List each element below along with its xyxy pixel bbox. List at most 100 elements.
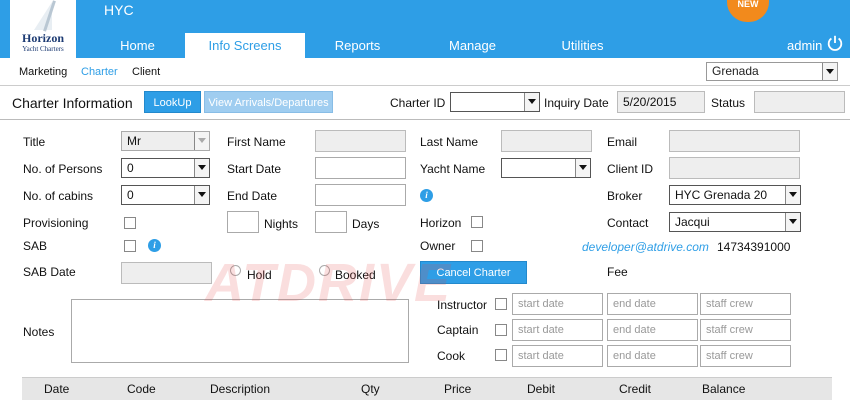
- column-header-code[interactable]: Code: [127, 382, 156, 396]
- instructor-staff-crew[interactable]: staff crew: [700, 293, 791, 315]
- instructor-start-date[interactable]: start date: [512, 293, 603, 315]
- instructor-end-date[interactable]: end date: [607, 293, 698, 315]
- sab-checkbox[interactable]: [124, 240, 136, 252]
- column-header-qty[interactable]: Qty: [361, 382, 380, 396]
- cabins-value: 0: [127, 188, 134, 202]
- tab-manage[interactable]: Manage: [410, 33, 535, 58]
- start-date-field[interactable]: [315, 157, 406, 179]
- cabins-select[interactable]: 0: [121, 185, 210, 205]
- section-title: Charter Information: [12, 95, 133, 111]
- lookup-button[interactable]: LookUp: [144, 91, 201, 113]
- chevron-down-icon: [194, 132, 209, 150]
- cook-end-date[interactable]: end date: [607, 345, 698, 367]
- app-title: HYC: [104, 2, 134, 18]
- instructor-checkbox[interactable]: [495, 298, 507, 310]
- captain-label: Captain: [437, 323, 479, 337]
- column-header-credit[interactable]: Credit: [619, 382, 651, 396]
- provisioning-checkbox[interactable]: [124, 217, 136, 229]
- last-name-field[interactable]: [501, 130, 592, 152]
- contact-phone: 14734391000: [717, 240, 791, 254]
- days-label: Days: [352, 217, 380, 231]
- column-header-balance[interactable]: Balance: [702, 382, 745, 396]
- days-field[interactable]: [315, 211, 347, 233]
- subnav-client[interactable]: Client: [132, 66, 160, 78]
- cabins-label: No. of cabins: [23, 189, 94, 203]
- owner-checkbox[interactable]: [471, 240, 483, 252]
- captain-end-date[interactable]: end date: [607, 319, 698, 341]
- persons-label: No. of Persons: [23, 162, 103, 176]
- tab-info-screens[interactable]: Info Screens: [185, 33, 305, 58]
- column-header-description[interactable]: Description: [210, 382, 270, 396]
- start-date-label: Start Date: [227, 162, 282, 176]
- column-header-debit[interactable]: Debit: [527, 382, 555, 396]
- provisioning-label: Provisioning: [23, 216, 89, 230]
- first-name-field[interactable]: [315, 130, 406, 152]
- sab-label: SAB: [23, 239, 48, 253]
- sab-date-field[interactable]: [121, 262, 212, 284]
- cook-label: Cook: [437, 349, 466, 363]
- chevron-down-icon: [524, 93, 539, 111]
- notes-label: Notes: [23, 325, 55, 339]
- title-select[interactable]: Mr: [121, 131, 210, 151]
- tab-home[interactable]: Home: [90, 33, 185, 58]
- inquiry-date-field[interactable]: 5/20/2015: [617, 91, 705, 113]
- captain-staff-crew[interactable]: staff crew: [700, 319, 791, 341]
- email-label: Email: [607, 135, 638, 149]
- cancel-charter-button[interactable]: Cancel Charter: [420, 261, 527, 284]
- broker-value: HYC Grenada 20: [675, 188, 768, 202]
- region-value: Grenada: [712, 64, 759, 78]
- instructor-label: Instructor: [437, 298, 488, 312]
- yacht-info-icon[interactable]: i: [420, 189, 433, 202]
- logo-sub-text: Yacht Charters: [22, 45, 64, 53]
- contact-label: Contact: [607, 216, 649, 230]
- chevron-down-icon: [785, 213, 800, 231]
- power-icon[interactable]: [826, 34, 844, 52]
- booked-label: Booked: [335, 268, 376, 282]
- region-select[interactable]: Grenada: [706, 62, 838, 81]
- horizon-logo[interactable]: Horizon Yacht Charters: [10, 0, 76, 58]
- chevron-down-icon: [194, 159, 209, 177]
- tab-utilities[interactable]: Utilities: [535, 33, 630, 58]
- contact-value: Jacqui: [675, 215, 710, 229]
- end-date-label: End Date: [227, 189, 278, 203]
- status-field[interactable]: [754, 91, 845, 113]
- charter-id-select[interactable]: [450, 92, 540, 112]
- broker-select[interactable]: HYC Grenada 20: [669, 185, 801, 205]
- captain-start-date[interactable]: start date: [512, 319, 603, 341]
- nights-field[interactable]: [227, 211, 259, 233]
- client-id-field[interactable]: [669, 157, 800, 179]
- chevron-down-icon: [194, 186, 209, 204]
- contact-email-link[interactable]: developer@atdrive.com: [582, 240, 709, 254]
- yacht-name-select[interactable]: [501, 158, 591, 178]
- column-header-price[interactable]: Price: [444, 382, 471, 396]
- top-header: Horizon Yacht Charters HYC Home Info Scr…: [0, 0, 850, 58]
- title-value: Mr: [127, 134, 141, 148]
- user-name[interactable]: admin: [787, 38, 822, 53]
- notes-textarea[interactable]: [71, 299, 409, 363]
- cook-staff-crew[interactable]: staff crew: [700, 345, 791, 367]
- section-divider: [0, 119, 850, 120]
- persons-select[interactable]: 0: [121, 158, 210, 178]
- hold-radio[interactable]: [230, 265, 241, 276]
- subnav-charter[interactable]: Charter: [81, 66, 118, 78]
- cook-checkbox[interactable]: [495, 349, 507, 361]
- inquiry-date-label: Inquiry Date: [544, 96, 609, 110]
- sab-info-icon[interactable]: i: [148, 239, 161, 252]
- first-name-label: First Name: [227, 135, 286, 149]
- cook-start-date[interactable]: start date: [512, 345, 603, 367]
- email-field[interactable]: [669, 130, 800, 152]
- subnav-marketing[interactable]: Marketing: [19, 66, 67, 78]
- sab-date-label: SAB Date: [23, 265, 76, 279]
- captain-checkbox[interactable]: [495, 324, 507, 336]
- end-date-field[interactable]: [315, 184, 406, 206]
- tab-reports[interactable]: Reports: [305, 33, 410, 58]
- charter-id-label: Charter ID: [390, 96, 446, 110]
- broker-label: Broker: [607, 189, 643, 203]
- new-badge: NEW: [727, 0, 769, 22]
- view-arrivals-button[interactable]: View Arrivals/Departures: [204, 91, 333, 113]
- booked-radio[interactable]: [319, 265, 330, 276]
- column-header-date[interactable]: Date: [44, 382, 69, 396]
- chevron-down-icon: [822, 63, 837, 80]
- contact-select[interactable]: Jacqui: [669, 212, 801, 232]
- horizon-checkbox[interactable]: [471, 216, 483, 228]
